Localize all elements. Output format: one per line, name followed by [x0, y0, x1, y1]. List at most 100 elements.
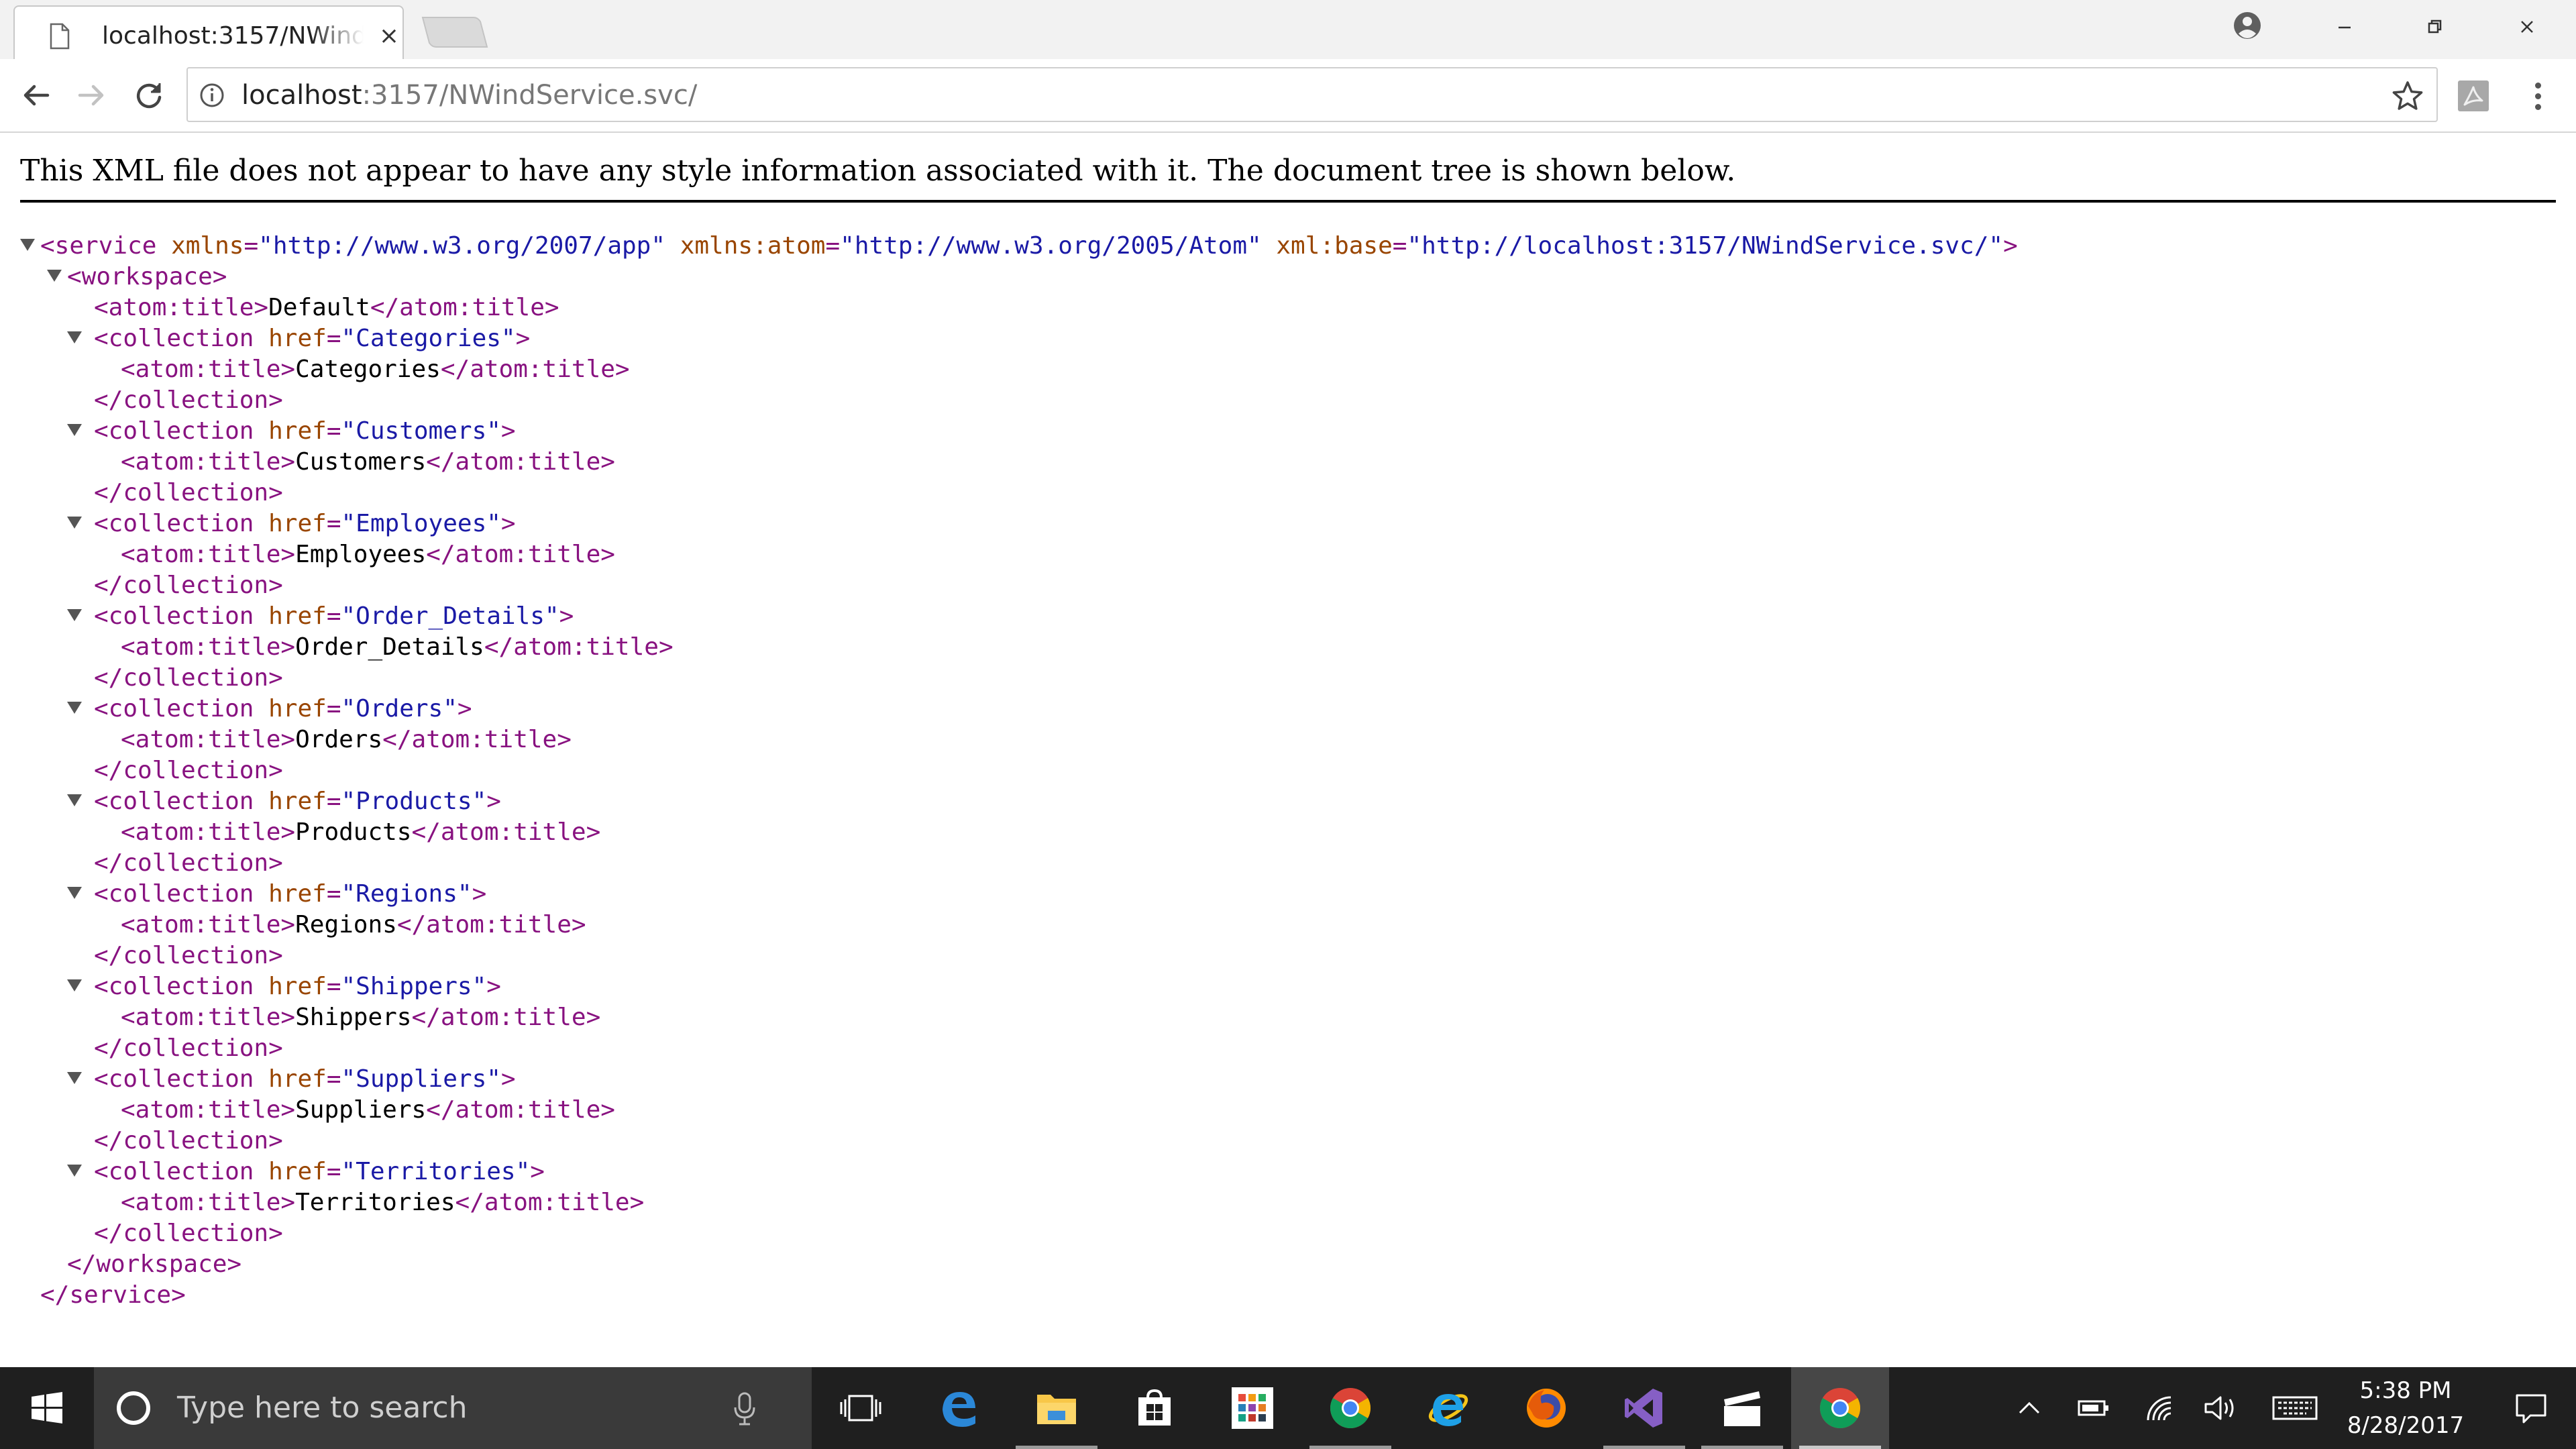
info-icon[interactable] — [199, 82, 225, 109]
new-tab-button[interactable] — [420, 15, 490, 50]
running-indicator — [1016, 1446, 1097, 1449]
action-center-icon — [2516, 1394, 2546, 1424]
taskbar-office-apps[interactable] — [1203, 1367, 1301, 1449]
address-bar[interactable]: localhost:3157/NWindService.svc/ — [186, 67, 2438, 122]
collapse-triangle-icon[interactable] — [67, 887, 82, 899]
chrome-active-icon — [1819, 1388, 1861, 1429]
taskbar-search-box[interactable]: Type here to search — [94, 1367, 812, 1449]
volume-icon — [2204, 1396, 2234, 1420]
collapse-triangle-icon[interactable] — [67, 517, 82, 529]
reload-button[interactable] — [125, 71, 173, 119]
xml-service-open-line: <service xmlns="http://www.w3.org/2007/a… — [0, 231, 2549, 262]
microphone-icon[interactable] — [731, 1391, 758, 1426]
taskbar-chrome[interactable] — [1301, 1367, 1399, 1449]
task-view-button[interactable] — [812, 1367, 910, 1449]
collapse-triangle-icon[interactable] — [20, 239, 35, 251]
restore-icon — [2428, 19, 2442, 34]
xml-collection-title-line: <atom:title>Territories</atom:title> — [121, 1189, 645, 1216]
url-host: localhost — [241, 80, 362, 111]
xml-collection-close-line: </collection> — [94, 849, 283, 877]
xml-collection-open-line: <collection href="Categories"> — [0, 323, 2549, 354]
back-arrow-icon — [23, 85, 50, 106]
store-icon — [1138, 1389, 1171, 1426]
xml-default-title-line: <atom:title>Default</atom:title> — [94, 294, 559, 321]
collapse-triangle-icon[interactable] — [47, 270, 62, 282]
tab-title: localhost:3157/NWindService.svc/ — [102, 22, 364, 50]
xml-collection-close-line: </collection> — [94, 479, 283, 506]
taskbar-file-explorer[interactable] — [1008, 1367, 1106, 1449]
touch-keyboard-button[interactable] — [2265, 1367, 2325, 1449]
battery-button[interactable] — [2070, 1367, 2117, 1449]
profile-icon[interactable] — [2229, 7, 2266, 44]
windows-taskbar: Type here to search 5:38 PM 8/28/2017 — [0, 1367, 2576, 1449]
xml-workspace-open-line: <workspace> — [0, 262, 2549, 292]
clock-time[interactable]: 5:38 PM — [2325, 1374, 2486, 1407]
action-center-button[interactable] — [2486, 1367, 2576, 1449]
xml-collection-open-line: <collection href="Suppliers"> — [0, 1064, 2549, 1095]
back-button[interactable] — [12, 71, 60, 119]
chrome-icon — [1330, 1388, 1371, 1429]
browser-title-bar: localhost:3157/NWindService.svc/ × — [0, 0, 2576, 59]
show-hidden-icons-button[interactable] — [2006, 1367, 2053, 1449]
star-icon[interactable] — [2391, 79, 2424, 113]
taskbar-visual-studio[interactable] — [1595, 1367, 1693, 1449]
pdf-extension-icon[interactable] — [2455, 78, 2491, 114]
tab-close-icon[interactable]: × — [377, 24, 401, 48]
minimize-button[interactable] — [2308, 7, 2381, 47]
xml-collection-open-line: <collection href="Shippers"> — [0, 971, 2549, 1002]
collapse-triangle-icon[interactable] — [67, 331, 82, 343]
minimize-icon — [2339, 26, 2351, 29]
xml-collection-title-line: <atom:title>Products</atom:title> — [121, 818, 601, 846]
collapse-triangle-icon[interactable] — [67, 424, 82, 436]
search-placeholder: Type here to search — [177, 1391, 468, 1425]
windows-logo-icon — [32, 1392, 62, 1424]
reload-icon — [136, 83, 162, 109]
volume-button[interactable] — [2198, 1367, 2245, 1449]
show-hidden-icons-icon — [2019, 1401, 2040, 1414]
url-text[interactable]: localhost:3157/NWindService.svc/ — [241, 76, 697, 114]
taskbar-store[interactable] — [1106, 1367, 1203, 1449]
xml-collection-open-line: <collection href="Customers"> — [0, 416, 2549, 447]
clock-date[interactable]: 8/28/2017 — [2325, 1409, 2486, 1442]
running-indicator — [1603, 1446, 1685, 1449]
more-vert-icon[interactable] — [2521, 79, 2555, 113]
tab-nwindservice[interactable]: localhost:3157/NWindService.svc/ × — [13, 5, 404, 59]
start-button[interactable] — [0, 1367, 94, 1449]
collapse-triangle-icon[interactable] — [67, 1072, 82, 1084]
restore-button[interactable] — [2398, 7, 2471, 47]
xml-collection-close-line: </collection> — [94, 1127, 283, 1155]
collapse-triangle-icon[interactable] — [67, 979, 82, 991]
edge-icon — [943, 1392, 975, 1427]
file-explorer-icon — [1037, 1395, 1076, 1424]
forward-button[interactable] — [67, 71, 115, 119]
network-button[interactable] — [2137, 1367, 2184, 1449]
running-indicator — [1799, 1446, 1881, 1449]
xml-collection-open-line: <collection href="Territories"> — [0, 1157, 2549, 1187]
collapse-triangle-icon[interactable] — [67, 609, 82, 621]
taskbar-edge[interactable] — [910, 1367, 1008, 1449]
xml-collection-title-line: <atom:title>Order_Details</atom:title> — [121, 633, 674, 661]
taskbar-firefox[interactable] — [1497, 1367, 1595, 1449]
url-path: :3157/NWindService.svc/ — [362, 80, 698, 111]
xml-collection-title-line: <atom:title>Orders</atom:title> — [121, 726, 572, 753]
xml-collection-open-line: <collection href="Employees"> — [0, 508, 2549, 539]
collapse-triangle-icon[interactable] — [67, 1165, 82, 1177]
collapse-triangle-icon[interactable] — [67, 794, 82, 806]
collapse-triangle-icon[interactable] — [67, 702, 82, 714]
task-view-icon — [840, 1395, 881, 1421]
taskbar-chrome-active[interactable] — [1791, 1367, 1889, 1449]
cortana-icon — [117, 1391, 150, 1425]
xml-collection-close-line: </collection> — [94, 757, 283, 784]
xml-collection-close-line: </collection> — [94, 1220, 283, 1247]
taskbar-movies[interactable] — [1693, 1367, 1791, 1449]
xml-collection-close-line: </collection> — [94, 942, 283, 969]
keyboard-icon — [2272, 1396, 2318, 1420]
xml-collection-title-line: <atom:title>Regions</atom:title> — [121, 911, 586, 938]
xml-service-close-line: </service> — [40, 1281, 186, 1309]
taskbar-internet-explorer[interactable] — [1399, 1367, 1497, 1449]
movies-icon — [1724, 1391, 1760, 1426]
close-window-button[interactable] — [2490, 7, 2564, 47]
running-indicator — [1309, 1446, 1391, 1449]
xml-collection-open-line: <collection href="Orders"> — [0, 694, 2549, 724]
xml-collection-close-line: </collection> — [94, 386, 283, 414]
